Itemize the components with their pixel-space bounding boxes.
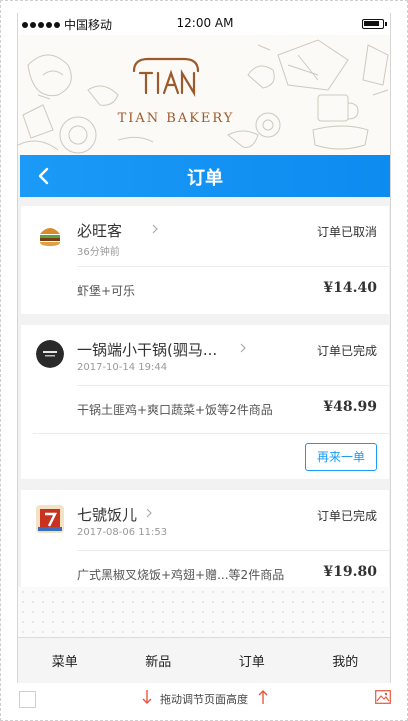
order-price: ¥14.40 (323, 280, 377, 296)
burger-shop-logo (36, 221, 64, 249)
tab-new[interactable]: 新品 (118, 651, 198, 670)
order-card-body[interactable]: 干锅土匪鸡+爽口蔬菜+饭等2件商品 ¥48.99 (21, 386, 389, 433)
order-card[interactable]: 必旺客 36分钟前 订单已取消 虾堡+可乐 ¥14.40 (21, 206, 389, 314)
order-card-header[interactable]: 必旺客 36分钟前 订单已取消 (21, 206, 389, 266)
arrow-up-icon (258, 690, 268, 704)
chevron-right-icon (240, 343, 246, 353)
shop-name[interactable]: 七號饭儿 (77, 504, 137, 525)
image-icon[interactable] (375, 690, 391, 704)
order-status: 订单已完成 (316, 509, 377, 523)
order-time: 36分钟前 (77, 247, 120, 258)
qihao-shop-logo (36, 505, 64, 533)
tab-menu[interactable]: 菜单 (25, 651, 105, 670)
order-card-header[interactable]: 七號饭儿 2017-08-06 11:53 订单已完成 (21, 490, 389, 550)
empty-space (18, 587, 390, 637)
order-time: 2017-10-14 19:44 (77, 362, 168, 373)
order-price: ¥19.80 (323, 564, 377, 580)
shop-name[interactable]: 一锅端小干锅(驷马... (77, 339, 217, 360)
page-title: 订单 (187, 168, 223, 189)
order-items: 广式黑椒叉烧饭+鸡翅+赠...等2件商品 (77, 568, 285, 582)
tian-logo-mark (132, 57, 200, 97)
battery-icon (362, 19, 387, 29)
resize-hint: 拖动调节页面高度 (160, 693, 248, 706)
reorder-button[interactable]: 再来一单 (305, 443, 377, 471)
clock: 12:00 AM (176, 16, 234, 30)
status-bar: 中国移动 12:00 AM (18, 13, 390, 35)
order-items: 虾堡+可乐 (77, 284, 136, 298)
order-card[interactable]: 七號饭儿 2017-08-06 11:53 订单已完成 广式黑椒叉烧饭+鸡翅+赠… (21, 490, 389, 598)
nav-header: 订单 (20, 155, 390, 197)
phone-screen: 中国移动 12:00 AM TIAN BAKERY 订单 必旺客 36分钟前 订… (17, 13, 391, 683)
order-list: 必旺客 36分钟前 订单已取消 虾堡+可乐 ¥14.40 一锅端小干锅(驷马..… (21, 206, 389, 609)
order-card-body[interactable]: 虾堡+可乐 ¥14.40 (21, 267, 389, 314)
brand-name: TIAN BAKERY (117, 111, 235, 126)
shop-name[interactable]: 必旺客 (77, 220, 122, 241)
chevron-right-icon (152, 224, 158, 234)
chevron-right-icon (146, 508, 152, 518)
order-card-header[interactable]: 一锅端小干锅(驷马... 2017-10-14 19:44 订单已完成 (21, 325, 389, 385)
resize-handle-bar[interactable]: 拖动调节页面高度 (0, 684, 408, 721)
bakery-banner: TIAN BAKERY (18, 35, 390, 155)
tab-mine[interactable]: 我的 (305, 651, 385, 670)
tab-orders[interactable]: 订单 (212, 651, 292, 670)
order-status: 订单已取消 (316, 225, 377, 239)
hotpot-shop-logo (36, 340, 64, 368)
order-card[interactable]: 一锅端小干锅(驷马... 2017-10-14 19:44 订单已完成 干锅土匪… (21, 325, 389, 479)
order-status: 订单已完成 (316, 344, 377, 358)
bottom-tab-bar: 菜单 新品 订单 我的 (18, 637, 390, 683)
order-price: ¥48.99 (323, 399, 377, 415)
order-time: 2017-08-06 11:53 (77, 527, 168, 538)
order-items: 干锅土匪鸡+爽口蔬菜+饭等2件商品 (77, 403, 273, 417)
order-card-footer: 再来一单 (33, 433, 389, 479)
